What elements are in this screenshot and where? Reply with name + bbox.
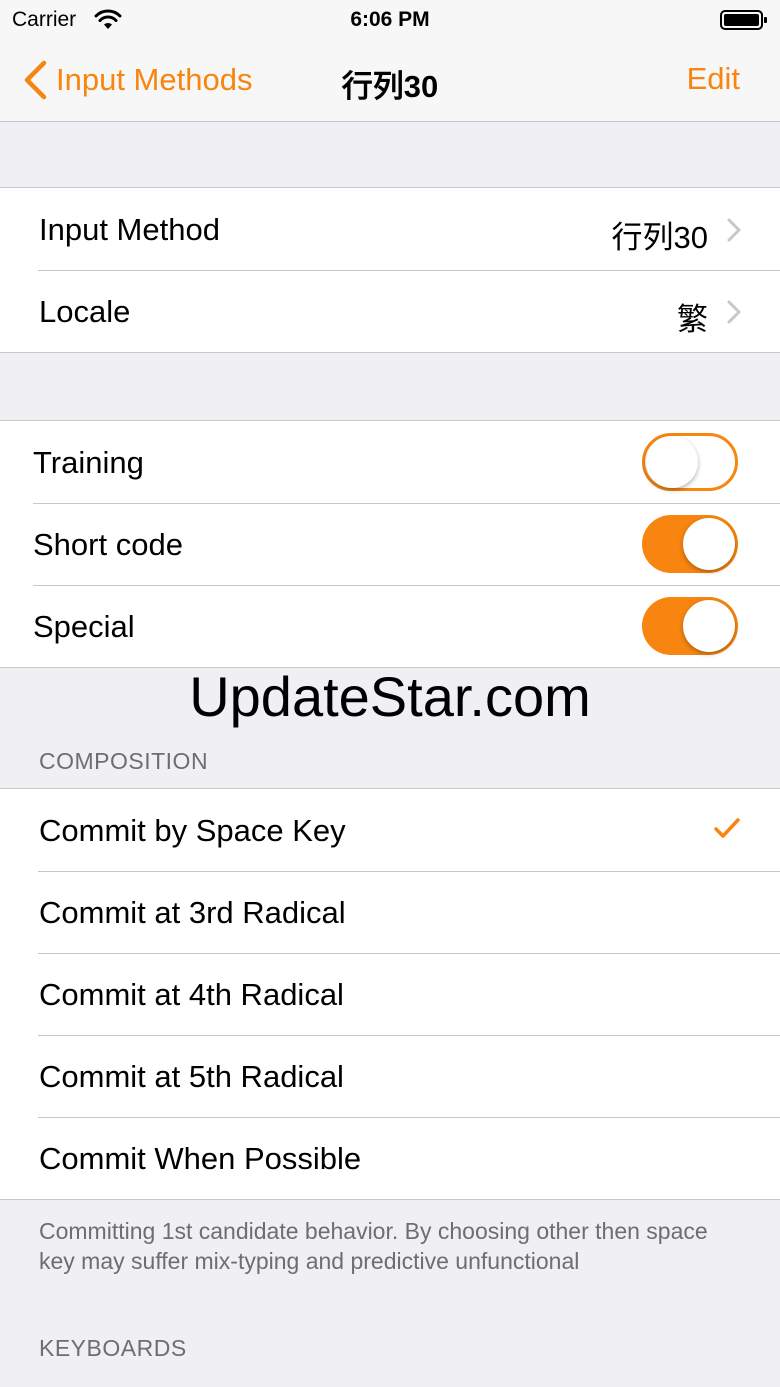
toggle-knob xyxy=(646,436,698,488)
special-toggle[interactable] xyxy=(642,597,738,655)
option-label: Commit at 3rd Radical xyxy=(39,895,346,930)
composition-option[interactable]: Commit When Possible xyxy=(0,1117,780,1199)
composition-option[interactable]: Commit at 4th Radical xyxy=(0,953,780,1035)
battery-icon xyxy=(720,10,767,30)
input-method-row[interactable]: Input Method 行列30 xyxy=(0,188,780,270)
chevron-right-icon xyxy=(727,300,741,324)
training-label: Training xyxy=(33,445,144,480)
training-row: Training xyxy=(0,421,780,503)
composition-option[interactable]: Commit at 5th Radical xyxy=(0,1035,780,1117)
watermark: UpdateStar.com xyxy=(189,665,591,728)
composition-group: Commit by Space Key Commit at 3rd Radica… xyxy=(0,788,780,1200)
toggle-knob xyxy=(683,600,735,652)
option-label: Commit by Space Key xyxy=(39,813,346,848)
input-method-label: Input Method xyxy=(39,212,220,247)
composition-header: COMPOSITION xyxy=(39,748,209,774)
keyboards-header: KEYBOARDS xyxy=(39,1335,187,1361)
short-code-toggle[interactable] xyxy=(642,515,738,573)
locale-value: 繁 xyxy=(677,302,708,337)
special-label: Special xyxy=(33,609,135,644)
option-label: Commit When Possible xyxy=(39,1141,362,1176)
page-title: 行列30 xyxy=(341,69,439,104)
navigation-bar: Input Methods 行列30 Edit xyxy=(0,40,780,122)
training-toggle[interactable] xyxy=(642,433,738,491)
settings-group: Input Method 行列30 Locale 繁 xyxy=(0,187,780,353)
toggle-knob xyxy=(683,518,735,570)
special-row: Special xyxy=(0,585,780,667)
composition-option[interactable]: Commit at 3rd Radical xyxy=(0,871,780,953)
status-bar: Carrier 6:06 PM xyxy=(0,0,780,40)
toggles-group: Training Short code Special xyxy=(0,420,780,668)
checkmark-icon xyxy=(714,818,740,838)
option-label: Commit at 4th Radical xyxy=(39,977,344,1012)
composition-option[interactable]: Commit by Space Key xyxy=(0,789,780,871)
input-method-value: 行列30 xyxy=(611,220,708,255)
locale-row[interactable]: Locale 繁 xyxy=(0,270,780,352)
edit-button[interactable]: Edit xyxy=(687,61,740,97)
option-label: Commit at 5th Radical xyxy=(39,1059,344,1094)
clock: 6:06 PM xyxy=(350,8,430,31)
composition-footer: Committing 1st candidate behavior. By ch… xyxy=(39,1218,708,1274)
short-code-label: Short code xyxy=(33,527,183,562)
locale-label: Locale xyxy=(39,294,131,329)
chevron-right-icon xyxy=(727,218,741,242)
short-code-row: Short code xyxy=(0,503,780,585)
